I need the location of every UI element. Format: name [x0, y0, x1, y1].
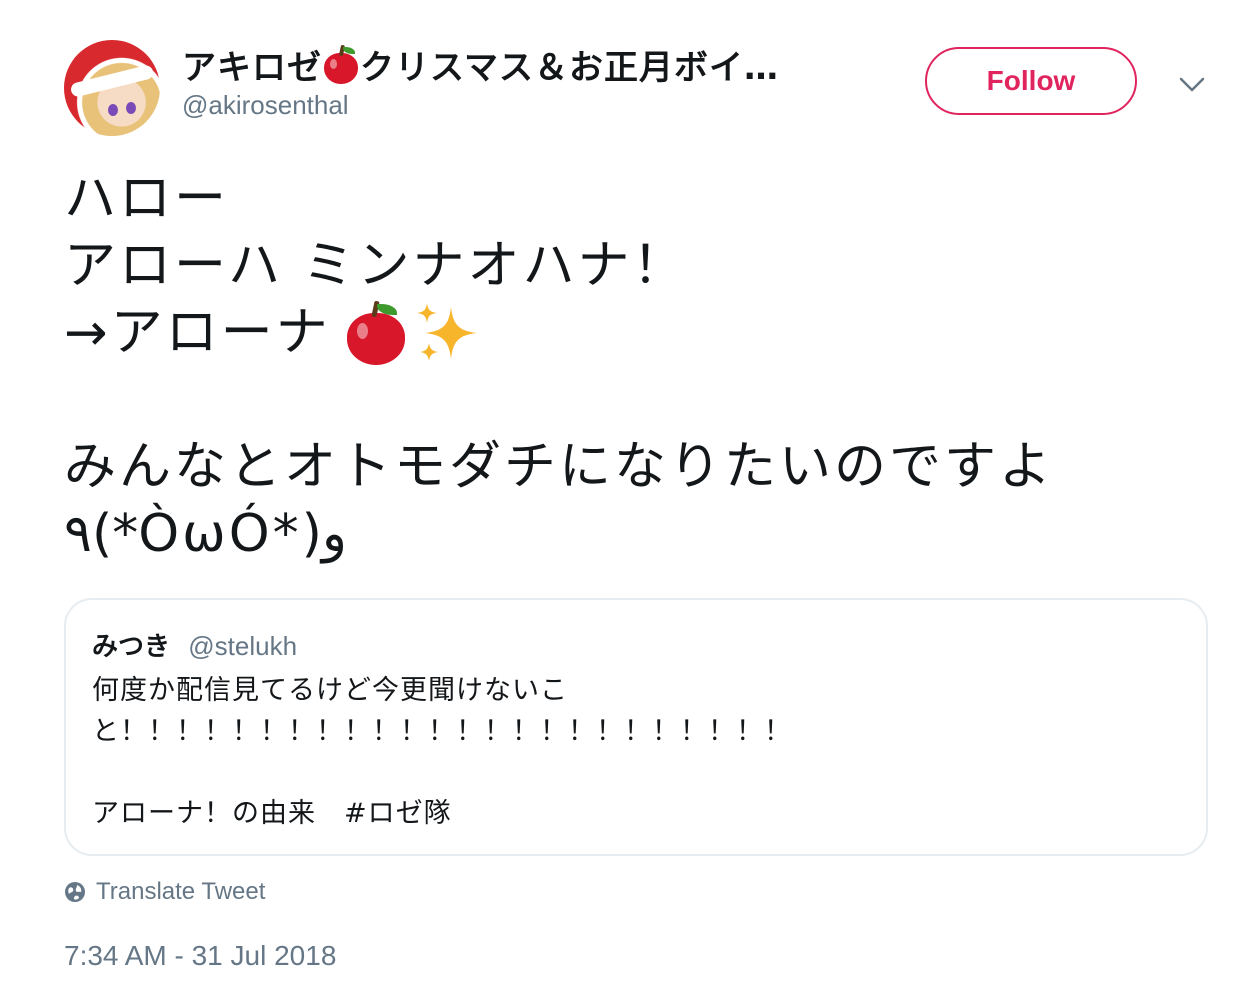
translate-tweet-label: Translate Tweet	[96, 878, 266, 905]
tweet-line: アローハ ミンナオハナ！	[64, 236, 688, 296]
translate-tweet-link[interactable]: Translate Tweet	[64, 878, 265, 906]
quoted-tweet-line: と！！！！！！！！！！！！！！！！！！！！！！！！	[92, 716, 792, 747]
tweet-line-with-emoji: →アローナ	[64, 300, 1204, 367]
tweet-line: ٩(*ÒωÓ*)و	[64, 504, 348, 564]
display-name-part1: アキロゼ	[182, 48, 322, 88]
red-apple-emoji	[322, 44, 360, 85]
quoted-tweet-handle: @stelukh	[188, 631, 298, 661]
avatar-eye	[126, 102, 136, 114]
quoted-tweet-name: みつき	[92, 632, 171, 662]
tweet-timestamp[interactable]: 7:34 AM - 31 Jul 2018	[64, 940, 336, 972]
quoted-tweet-text: 何度か配信見てるけど今更聞けないこ と！！！！！！！！！！！！！！！！！！！！！…	[92, 670, 792, 834]
tweet-line-text: →アローナ	[64, 303, 331, 363]
user-avatar[interactable]	[64, 40, 160, 136]
follow-button[interactable]: Follow	[925, 47, 1137, 115]
chevron-down-icon[interactable]	[1175, 68, 1209, 102]
avatar-hat	[69, 64, 155, 98]
quoted-tweet-line: 何度か配信見てるけど今更聞けないこ	[92, 675, 568, 706]
screen-name[interactable]: @akirosenthal	[182, 90, 349, 121]
display-name-part2: クリスマス＆お正月ボイ…	[360, 48, 779, 88]
tweet-text: ハロー アローハ ミンナオハナ！ →アローナ みんなとオトモダチになりたいのです…	[64, 166, 1204, 568]
quoted-tweet-header: みつき @stelukh	[92, 626, 297, 663]
globe-icon	[65, 882, 85, 902]
quoted-tweet-blank-line	[92, 752, 792, 793]
avatar-eye	[108, 104, 118, 116]
tweet-line: みんなとオトモダチになりたいのですよ	[64, 437, 1055, 497]
quoted-tweet-card[interactable]: みつき @stelukh 何度か配信見てるけど今更聞けないこ と！！！！！！！！…	[64, 598, 1208, 856]
display-name[interactable]: アキロゼ クリスマス＆お正月ボイ…	[182, 40, 779, 89]
sparkles-emoji	[416, 302, 477, 361]
tweet-line: ハロー	[64, 169, 230, 229]
red-apple-emoji	[345, 300, 405, 367]
quoted-tweet-line: アローナ！の由来 #ロゼ隊	[92, 798, 452, 829]
